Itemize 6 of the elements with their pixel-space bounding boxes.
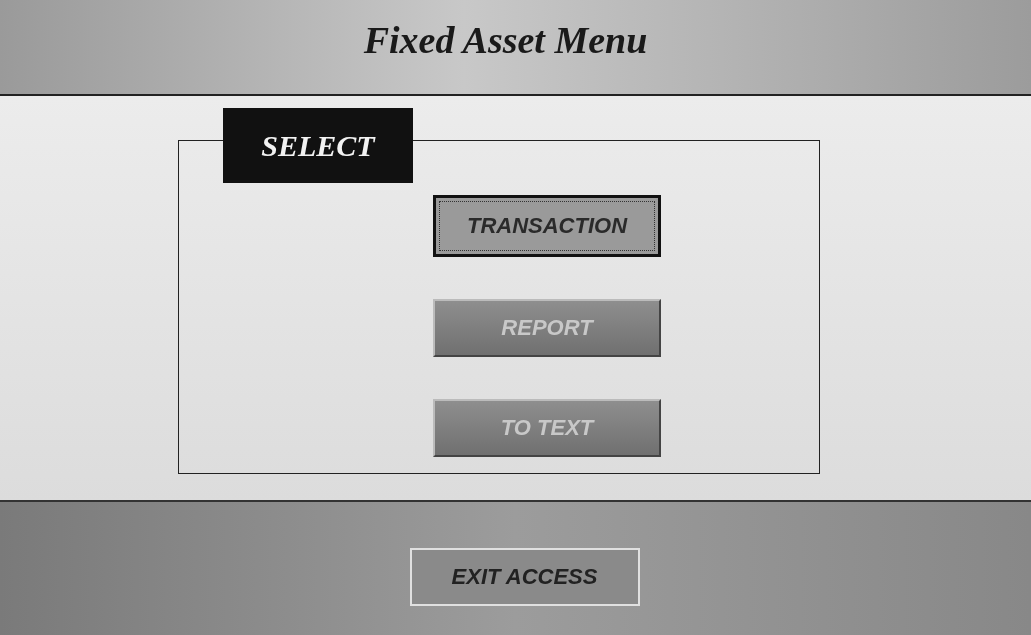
menu-button[interactable]: TO TEXT [433, 399, 661, 457]
menu-button[interactable]: REPORT [433, 299, 661, 357]
group-label: SELECT [223, 108, 413, 183]
exit-button[interactable]: EXIT ACCESS [409, 548, 640, 606]
menu-button[interactable]: TRANSACTION [433, 195, 661, 257]
form-title: Fixed Asset Menu [363, 18, 648, 62]
